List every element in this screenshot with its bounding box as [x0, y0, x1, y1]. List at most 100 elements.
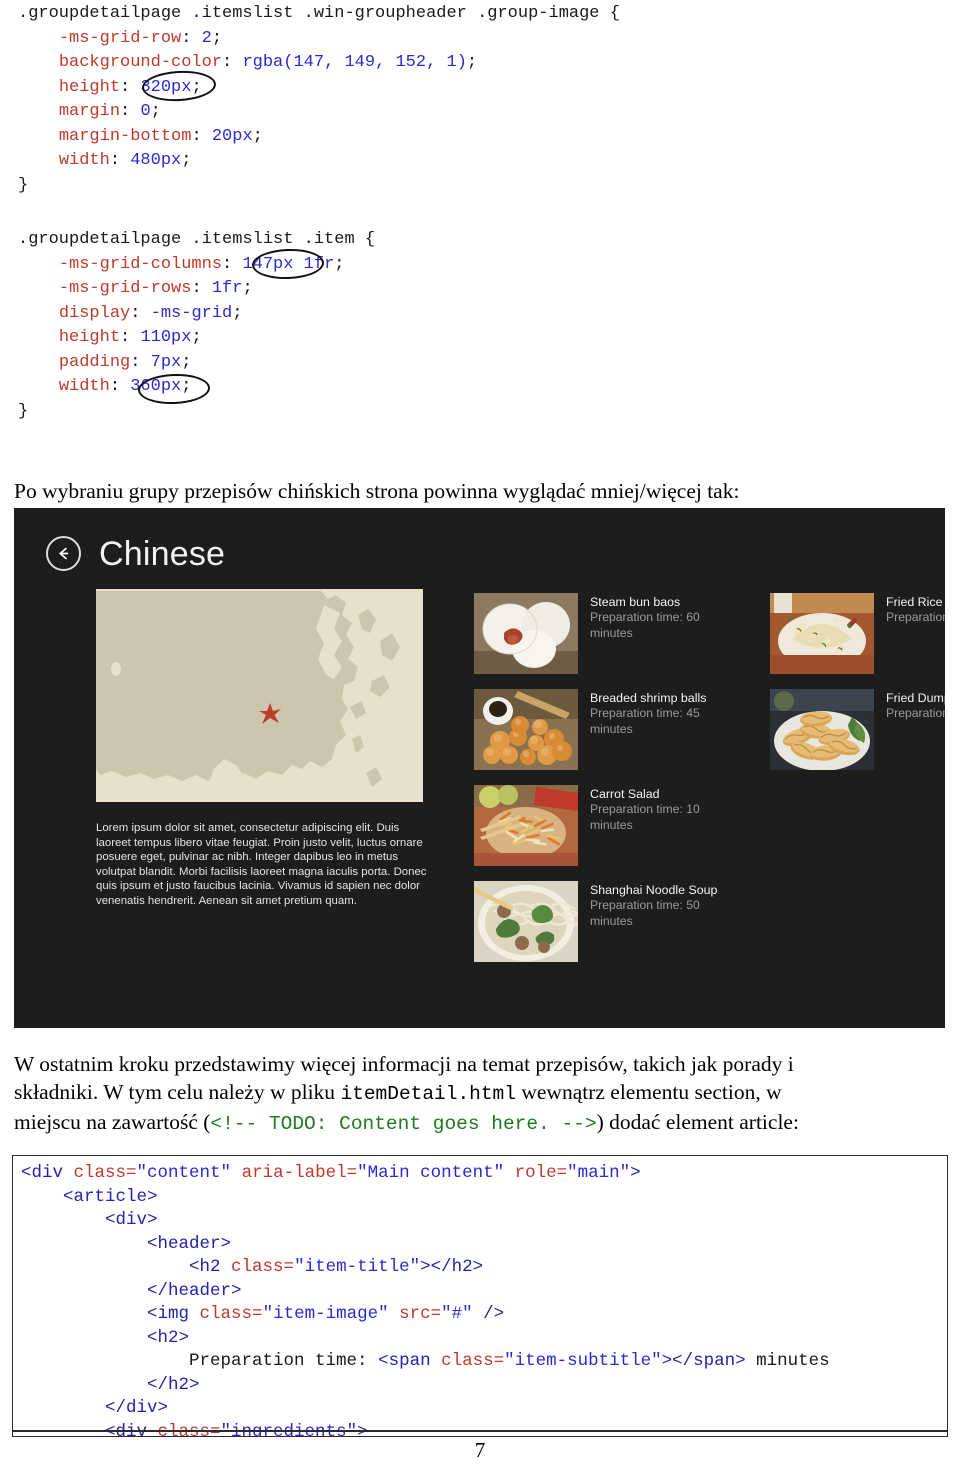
code-token: height — [58, 77, 121, 97]
recipe-item-text: Fried RicePreparation t minutes — [886, 593, 945, 626]
screenshot-header: Chinese — [46, 536, 225, 571]
recipe-item-subtitle: Preparation t minutes — [886, 610, 945, 624]
code-token: class= — [199, 1304, 263, 1324]
code-token: ; — [252, 126, 263, 146]
code-line: -ms-grid-row: 2; — [18, 27, 620, 52]
html-code-block: <div class="content" aria-label="Main co… — [12, 1155, 948, 1437]
page-number: 7 — [474, 1438, 486, 1462]
code-line: Preparation time: <span class="item-subt… — [21, 1350, 947, 1374]
code-token: -ms-grid — [150, 303, 233, 323]
code-line: <h2 class="item-title"></h2> — [21, 1256, 947, 1280]
fried-dumplings-thumb — [770, 689, 874, 770]
code-token: width — [58, 377, 110, 396]
recipe-item-subtitle: Preparation t minutes — [886, 706, 945, 720]
app-screenshot: Chinese Lorem ipsum dolor sit amet, cons… — [14, 508, 945, 1028]
caption2-line3: miejscu na zawartość (<!-- TODO: Content… — [14, 1108, 944, 1138]
code-token: : — [109, 151, 131, 170]
css-code-block-item: .groupdetailpage .itemslist .item { -ms-… — [18, 228, 375, 424]
code-token: 20px — [211, 126, 253, 146]
code-token: ; — [232, 303, 243, 323]
code-token: </h2> — [147, 1374, 200, 1395]
code-line: </header> — [21, 1280, 947, 1304]
code-token: ; — [242, 279, 253, 298]
code-line: <div> — [21, 1209, 947, 1233]
code-line: background-color: rgba(147, 149, 152, 1)… — [18, 51, 620, 76]
recipe-item-title: Breaded shrimp balls — [590, 691, 707, 705]
code-token: <header> — [147, 1233, 232, 1254]
code-token: ; — [191, 77, 202, 97]
code-token: -ms-grid-rows — [58, 279, 192, 298]
code-token: "main" — [567, 1163, 631, 1183]
code-line: padding: 7px; — [18, 351, 375, 376]
code-token: : — [191, 279, 212, 298]
code-token: > — [630, 1163, 641, 1183]
code-token: ; — [181, 352, 192, 372]
code-line: <div class="ingredients"> — [21, 1421, 947, 1437]
group-description: Lorem ipsum dolor sit amet, consectetur … — [96, 822, 427, 907]
recipe-item[interactable]: Steam bun baos Preparation time: 60 minut… — [474, 593, 774, 688]
code-token: .groupdetailpage .itemslist .item { — [18, 230, 376, 249]
code-token: -ms-grid-row — [58, 28, 182, 48]
code-token: : — [120, 102, 141, 121]
recipe-item[interactable]: Fried DumplingsPreparation t minutes — [770, 689, 945, 784]
recipe-item-title: Fried Rice — [886, 595, 943, 609]
group-title: Chinese — [99, 534, 226, 573]
code-token: : — [222, 53, 243, 72]
code-token: -ms-grid-columns — [58, 254, 223, 274]
code-token: role= — [514, 1163, 568, 1183]
code-line: .groupdetailpage .itemslist .win-grouphe… — [18, 2, 620, 27]
code-token: Preparation time: — [189, 1351, 379, 1371]
code-token: <div — [21, 1163, 74, 1183]
code-line: width: 360px; — [18, 375, 375, 400]
recipe-item-subtitle: Preparation time: 10 minutes — [590, 802, 700, 832]
code-line: <h2> — [21, 1327, 947, 1351]
recipe-item[interactable]: Fried RicePreparation t minutes — [770, 593, 945, 688]
code-token: : — [109, 377, 131, 396]
carrot-salad-thumb — [474, 785, 578, 866]
items-column-2: Fried RicePreparation t minutes — [770, 593, 945, 785]
recipe-item-title: Carrot Salad — [590, 787, 660, 801]
fried-rice-thumb — [770, 593, 874, 674]
footer-divider — [12, 1430, 948, 1432]
code-token: padding — [58, 352, 131, 372]
code-line: } — [18, 400, 375, 425]
code-token: : — [120, 77, 141, 97]
code-token: 1fr — [211, 279, 243, 298]
code-token: ></h2> — [420, 1257, 484, 1277]
code-token: : — [191, 126, 212, 146]
code-token: <h2 — [189, 1257, 232, 1277]
recipe-item-title: Shanghai Noodle Soup — [590, 883, 718, 897]
code-token: 110px — [140, 328, 192, 347]
code-token: aria-label= — [241, 1163, 358, 1183]
code-line: margin: 0; — [18, 100, 620, 125]
back-icon[interactable] — [46, 536, 81, 571]
code-token: ; — [191, 328, 202, 347]
code-token: 0 — [140, 102, 151, 121]
code-token: : — [130, 352, 151, 372]
recipe-item[interactable]: Carrot Salad Preparation time: 10 minutes — [474, 785, 774, 880]
recipe-item-subtitle: Preparation time: 50 minutes — [590, 898, 700, 928]
recipe-item-text: Shanghai Noodle Soup Preparation time: 50… — [590, 881, 717, 929]
code-token: /> — [472, 1304, 505, 1324]
code-token: } — [18, 401, 29, 421]
code-line: <img class="item-image" src="#" /> — [21, 1303, 947, 1327]
code-token: <span — [378, 1351, 442, 1371]
recipe-item-text: Carrot Salad Preparation time: 10 minutes — [590, 785, 710, 833]
caption2-line1: W ostatnim kroku przedstawimy więcej inf… — [14, 1052, 794, 1076]
code-token: 480px — [130, 151, 182, 170]
recipe-item-subtitle: Preparation time: 60 minutes — [590, 610, 700, 640]
recipe-item[interactable]: Shanghai Noodle Soup Preparation time: 50… — [474, 881, 774, 976]
code-token: "item-subtitle" — [504, 1351, 662, 1371]
recipe-item-text: Steam bun baos Preparation time: 60 minut… — [590, 593, 710, 641]
steam-bun-baos-thumb — [474, 593, 578, 674]
caption2-line3-a: miejscu na zawartość ( — [14, 1110, 211, 1134]
code-token: height — [58, 328, 121, 347]
code-line: height: 110px; — [18, 326, 375, 351]
code-token: "item-title" — [294, 1257, 421, 1277]
code-token: <h2> — [147, 1327, 190, 1348]
code-token: ; — [181, 151, 192, 170]
recipe-item[interactable]: Breaded shrimp balls Preparation time: 45… — [474, 689, 774, 784]
